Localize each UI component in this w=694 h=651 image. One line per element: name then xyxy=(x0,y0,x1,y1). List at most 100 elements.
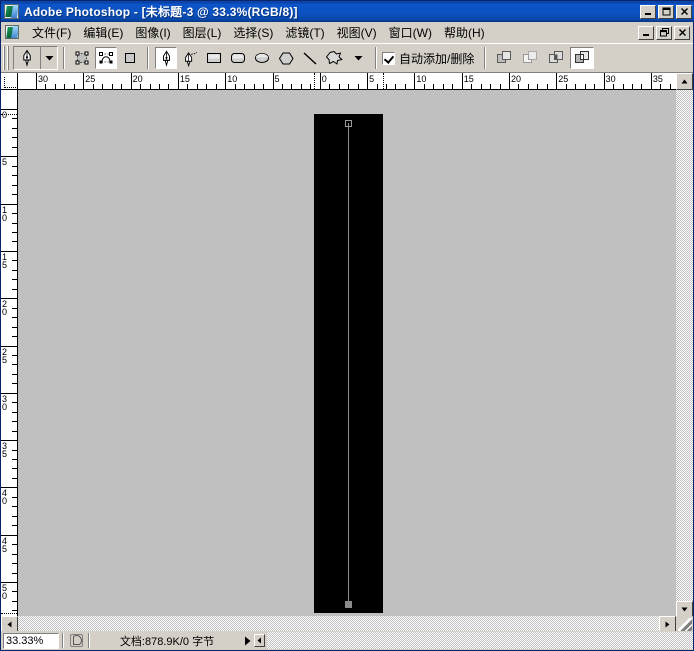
ruler-minor-tick xyxy=(622,84,624,89)
freeform-pen-tool-button[interactable] xyxy=(179,47,201,69)
rounded-rectangle-tool-button[interactable] xyxy=(227,47,249,69)
tool-preset-picker[interactable] xyxy=(13,46,58,70)
menu-edit[interactable]: 编辑(E) xyxy=(77,22,129,43)
ruler-origin-corner[interactable] xyxy=(1,73,18,90)
menu-view[interactable]: 视图(V) xyxy=(331,22,383,43)
canvas-viewport[interactable] xyxy=(18,90,676,618)
ruler-minor-tick xyxy=(12,402,17,404)
document-restore-button[interactable] xyxy=(656,25,672,40)
horizontal-ruler[interactable]: 30 25 20 15 10 5 0 5 10 15 20 25 30 35 xyxy=(18,73,676,90)
polygon-tool-button[interactable] xyxy=(275,47,297,69)
auto-add-delete-checkbox-wrap[interactable]: 自动添加/删除 xyxy=(382,50,474,67)
ruler-label: 15 xyxy=(179,74,190,84)
ruler-major-tick xyxy=(130,73,132,89)
close-button[interactable] xyxy=(676,4,692,19)
ruler-minor-tick xyxy=(215,84,217,89)
ruler-label: 30 xyxy=(38,74,49,84)
menu-select[interactable]: 选择(S) xyxy=(227,22,279,43)
ruler-minor-tick xyxy=(12,373,17,375)
ruler-major-tick xyxy=(509,73,510,89)
ruler-minor-tick xyxy=(12,610,17,612)
vertical-ruler[interactable]: 0 5 1 0 1 5 2 0 2 5 3 0 3 5 4 0 4 5 5 0 xyxy=(1,90,18,618)
ruler-label: 25 xyxy=(558,74,569,84)
menu-bar: 文件(F) 编辑(E) 图像(I) 图层(L) 选择(S) 滤镜(T) 视图(V… xyxy=(1,22,693,43)
menu-layer[interactable]: 图层(L) xyxy=(177,22,228,43)
ruler-minor-tick xyxy=(12,459,17,461)
options-separator-1 xyxy=(63,47,65,69)
ruler-minor-tick xyxy=(338,84,340,89)
ruler-minor-tick xyxy=(234,84,236,89)
status-popup-triangle-right-icon[interactable] xyxy=(241,633,254,649)
ruler-label: 20 xyxy=(132,74,143,84)
ruler-minor-tick xyxy=(12,496,17,498)
ruler-label: 5 xyxy=(2,157,8,168)
paths-mode-button[interactable] xyxy=(95,47,117,69)
rectangle-tool-button[interactable] xyxy=(203,47,225,69)
menu-filter[interactable]: 滤镜(T) xyxy=(279,22,330,43)
path-anchor-top[interactable] xyxy=(345,120,352,127)
ellipse-tool-button[interactable] xyxy=(251,47,273,69)
ruler-minor-tick xyxy=(12,307,17,309)
ruler-minor-tick xyxy=(442,84,444,89)
pen-tool-button[interactable] xyxy=(155,47,177,69)
menu-help[interactable]: 帮助(H) xyxy=(438,22,491,43)
ruler-label: 10 xyxy=(227,74,238,84)
ruler-major-tick xyxy=(603,73,605,89)
ruler-minor-tick xyxy=(111,84,113,89)
zoom-level-field[interactable]: 33.33% xyxy=(3,632,59,649)
ruler-minor-tick xyxy=(12,146,17,148)
menu-file[interactable]: 文件(F) xyxy=(26,22,77,43)
pen-tool-icon xyxy=(14,47,40,69)
line-tool-button[interactable] xyxy=(299,47,321,69)
ruler-label: 15 xyxy=(463,74,474,84)
image-canvas[interactable] xyxy=(314,114,383,613)
ruler-minor-tick xyxy=(348,84,350,89)
ruler-minor-tick xyxy=(12,477,17,479)
menu-window[interactable]: 窗口(W) xyxy=(383,22,438,43)
ruler-major-tick xyxy=(414,73,416,89)
window-title: Adobe Photoshop - [未标题-3 @ 33.3%(RGB/8)] xyxy=(24,5,298,19)
ruler-minor-tick xyxy=(121,84,123,89)
ruler-minor-tick xyxy=(12,326,17,328)
custom-shape-tool-button[interactable] xyxy=(323,47,345,69)
minimize-button[interactable] xyxy=(640,4,656,19)
ruler-minor-tick xyxy=(499,84,501,89)
maximize-button[interactable] xyxy=(658,4,674,19)
status-bar: 33.33% 文档:878.9K/0 字节 xyxy=(1,631,693,650)
ruler-minor-tick xyxy=(12,222,17,224)
ruler-origin-marker xyxy=(1,613,17,614)
exclude-overlapping-path-areas-button[interactable] xyxy=(570,47,595,69)
proxy-preview-icon[interactable] xyxy=(67,633,85,649)
document-minimize-button[interactable] xyxy=(638,25,654,40)
intersect-path-areas-button[interactable] xyxy=(544,47,568,69)
auto-add-delete-checkbox[interactable] xyxy=(382,51,395,65)
geometry-options-chevron-down-icon[interactable] xyxy=(347,47,369,69)
shape-layers-mode-button[interactable] xyxy=(71,47,93,69)
ruler-major-tick xyxy=(272,73,274,89)
ruler-minor-tick xyxy=(310,84,312,89)
status-scroll-triangle-left-icon[interactable] xyxy=(254,634,265,647)
chevron-down-icon[interactable] xyxy=(41,47,57,69)
ruler-minor-tick xyxy=(594,84,596,89)
ruler-minor-tick xyxy=(291,84,293,89)
path-anchor-bottom[interactable] xyxy=(345,601,352,608)
document-close-button[interactable] xyxy=(674,25,690,40)
ruler-minor-tick xyxy=(12,525,17,527)
vertical-scroll-track[interactable] xyxy=(676,90,693,601)
ruler-minor-tick xyxy=(12,288,17,290)
fill-pixels-mode-button[interactable] xyxy=(119,47,141,69)
ruler-minor-tick xyxy=(433,84,435,89)
subtract-from-path-area-button[interactable] xyxy=(518,47,542,69)
add-to-path-area-button[interactable] xyxy=(492,47,516,69)
photoshop-logo-icon xyxy=(4,3,20,20)
menu-image[interactable]: 图像(I) xyxy=(129,22,176,43)
ruler-label: 5 xyxy=(274,74,280,84)
options-bar-grip[interactable] xyxy=(3,46,10,70)
ruler-minor-tick xyxy=(584,84,586,89)
photoshop-document-icon[interactable] xyxy=(5,24,21,41)
ruler-minor-tick xyxy=(12,127,17,129)
vertical-scrollbar[interactable] xyxy=(676,73,693,618)
ruler-major-tick xyxy=(225,73,227,89)
scroll-up-button[interactable] xyxy=(676,73,693,90)
ruler-major-tick xyxy=(177,73,179,89)
